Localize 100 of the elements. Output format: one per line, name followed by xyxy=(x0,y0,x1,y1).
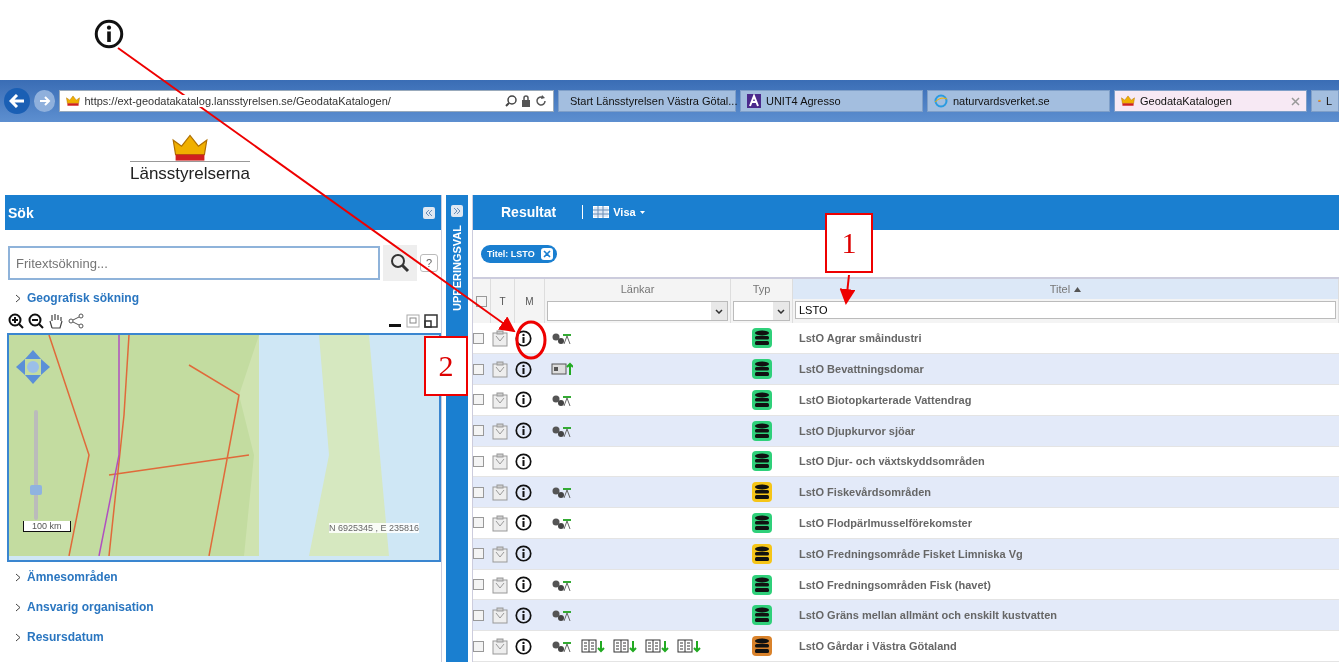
row-title[interactable]: LstO Flodpärlmusselförekomster xyxy=(793,508,1339,539)
browser-tab[interactable]: L xyxy=(1311,90,1339,112)
globe-icon xyxy=(934,94,948,108)
row-checkbox[interactable] xyxy=(473,640,484,652)
title-filter-field[interactable]: LSTO xyxy=(795,301,1336,320)
share-icon[interactable] xyxy=(68,313,84,329)
row-checkbox[interactable] xyxy=(473,332,484,344)
forward-button[interactable] xyxy=(33,90,56,112)
clipboard-icon[interactable] xyxy=(491,452,509,471)
collapse-button[interactable] xyxy=(423,206,435,219)
row-checkbox[interactable] xyxy=(473,394,484,406)
row-checkbox[interactable] xyxy=(473,609,484,621)
row-checkbox[interactable] xyxy=(473,548,484,560)
address-bar[interactable]: https://ext-geodatakatalog.lansstyrelsen.se/GeodataKatalogen/ xyxy=(59,90,554,112)
hand-icon[interactable] xyxy=(48,313,64,329)
row-title[interactable]: LstO Fredningsområde Fisket Limniska Vg xyxy=(793,538,1339,570)
expand-button[interactable] xyxy=(451,205,463,217)
close-icon[interactable] xyxy=(1291,96,1300,106)
browser-tab[interactable]: UNIT4 Agresso xyxy=(739,90,923,112)
info-icon[interactable] xyxy=(515,360,532,378)
card-icon[interactable] xyxy=(551,362,573,377)
info-icon[interactable] xyxy=(515,637,532,655)
clipboard-icon[interactable] xyxy=(491,575,509,594)
clipboard-icon[interactable] xyxy=(491,360,509,379)
info-icon[interactable] xyxy=(515,391,532,409)
row-title[interactable]: LstO Fiskevårdsområden xyxy=(793,477,1339,509)
info-icon[interactable] xyxy=(515,329,532,347)
section-link[interactable]: Ansvarig organisation xyxy=(5,600,441,614)
back-button[interactable] xyxy=(4,88,30,114)
table-row[interactable]: LstO Bevattningsdomar xyxy=(473,354,1339,385)
clipboard-icon[interactable] xyxy=(491,514,509,532)
row-title[interactable]: LstO Biotopkarterade Vattendrag xyxy=(793,384,1339,416)
clipboard-icon[interactable] xyxy=(491,329,509,348)
chevron-down-icon xyxy=(777,308,785,314)
row-checkbox[interactable] xyxy=(473,455,484,467)
search-field[interactable]: Fritextsökning... xyxy=(8,246,380,280)
refresh-icon[interactable] xyxy=(534,95,547,107)
info-icon[interactable] xyxy=(515,576,532,594)
clipboard-icon[interactable] xyxy=(491,606,509,625)
gears-icon[interactable] xyxy=(551,516,573,530)
grid-icon xyxy=(593,206,610,219)
clipboard-icon[interactable] xyxy=(491,544,509,563)
select-all-checkbox[interactable] xyxy=(476,295,487,307)
table-row[interactable]: LstO Gräns mellan allmänt och enskilt kustvatten xyxy=(473,600,1339,632)
row-title[interactable]: LstO Gräns mellan allmänt och enskilt kustvatten xyxy=(793,600,1339,632)
browser-tab[interactable]: GeodataKatalogen xyxy=(1114,90,1307,112)
table-row[interactable]: LstO Gårdar i Västra Götaland xyxy=(473,631,1339,662)
row-checkbox[interactable] xyxy=(473,517,484,529)
info-icon[interactable] xyxy=(515,422,532,440)
row-title[interactable]: LstO Gårdar i Västra Götaland xyxy=(793,631,1339,662)
gears-icon[interactable] xyxy=(551,608,573,623)
table-row[interactable]: LstO Biotopkarterade Vattendrag xyxy=(473,384,1339,416)
row-checkbox[interactable] xyxy=(473,579,484,591)
book-icon[interactable] xyxy=(581,639,605,654)
results-title: Resultat xyxy=(501,204,557,221)
column-header[interactable]: T xyxy=(491,279,515,324)
browser-tab[interactable]: naturvardsverket.se xyxy=(927,90,1111,112)
info-icon[interactable] xyxy=(515,514,532,532)
clipboard-icon[interactable] xyxy=(491,483,509,502)
column-header[interactable]: Titel xyxy=(793,279,1338,300)
row-checkbox[interactable] xyxy=(473,425,484,437)
gears-icon[interactable] xyxy=(551,485,573,500)
book-icon[interactable] xyxy=(613,639,637,654)
table-row[interactable]: LstO Djupkurvor sjöar xyxy=(473,415,1339,447)
info-icon[interactable] xyxy=(515,483,532,501)
table-row[interactable]: LstO Flodpärlmusselförekomster xyxy=(473,508,1339,539)
section-link[interactable]: Geografisk sökning xyxy=(5,291,441,305)
search-button[interactable] xyxy=(383,245,417,281)
search-icon[interactable] xyxy=(504,95,517,107)
zoom-in-icon[interactable] xyxy=(8,313,24,329)
gears-icon[interactable] xyxy=(551,331,573,346)
table-row[interactable]: LstO Fredningsområde Fisket Limniska Vg xyxy=(473,538,1339,570)
clipboard-icon[interactable] xyxy=(491,421,509,440)
info-icon[interactable] xyxy=(515,545,532,563)
close-icon[interactable] xyxy=(540,247,553,260)
table-row[interactable]: LstO Fiskevårdsområden xyxy=(473,477,1339,509)
book-icon[interactable] xyxy=(677,639,701,654)
info-icon[interactable] xyxy=(515,606,532,624)
maximize-icon[interactable] xyxy=(424,314,438,328)
zoom-out-icon[interactable] xyxy=(28,313,44,329)
book-icon[interactable] xyxy=(645,639,669,654)
clipboard-icon[interactable] xyxy=(491,390,509,409)
filter-chip[interactable]: Titel: LSTO xyxy=(481,244,557,263)
help-button[interactable]: ? xyxy=(420,254,438,272)
browser-tab[interactable]: Start Länsstyrelsen Västra Götal... xyxy=(557,90,736,112)
column-header[interactable]: M xyxy=(515,279,545,324)
info-icon[interactable] xyxy=(515,452,532,470)
double-chevron-left-icon xyxy=(425,208,433,217)
gears-icon[interactable] xyxy=(551,639,573,654)
view-button[interactable]: Visa xyxy=(593,206,645,219)
row-title[interactable]: LstO Bevattningsdomar xyxy=(793,354,1339,385)
row-title[interactable]: LstO Djupkurvor sjöar xyxy=(793,415,1339,447)
chevron-right-icon xyxy=(15,572,21,582)
zoom-slider[interactable] xyxy=(29,410,43,520)
section-link[interactable]: Resursdatum xyxy=(5,630,441,644)
row-checkbox[interactable] xyxy=(473,363,484,375)
section-link[interactable]: Ämnesområden xyxy=(5,570,441,584)
logo-text: Länsstyrelserna xyxy=(130,161,250,185)
clipboard-icon[interactable] xyxy=(491,637,509,656)
row-checkbox[interactable] xyxy=(473,486,484,498)
